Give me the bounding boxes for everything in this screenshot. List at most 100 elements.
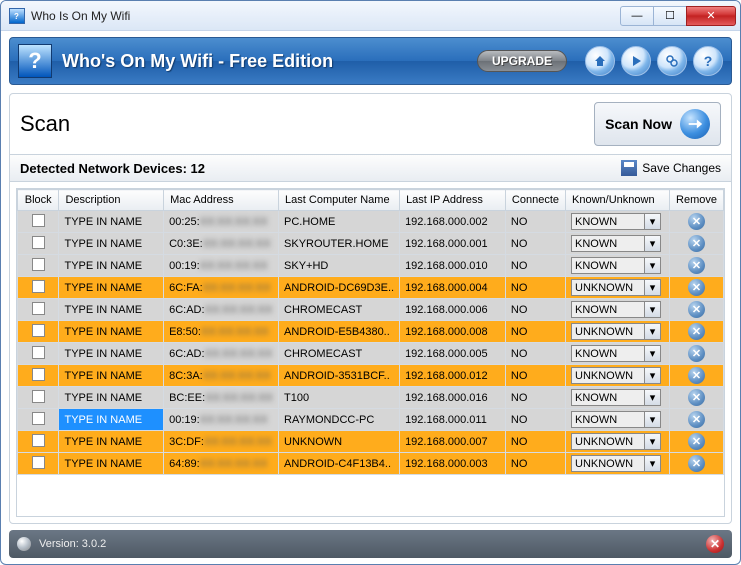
block-checkbox[interactable] (32, 214, 45, 227)
ip-cell: 192.168.000.003 (400, 453, 506, 475)
status-select[interactable]: KNOWN▾ (571, 301, 661, 318)
block-checkbox[interactable] (32, 412, 45, 425)
app-logo-icon: ? (18, 44, 52, 78)
mac-cell: 00:19:XX:XX:XX:XX (164, 255, 279, 277)
titlebar[interactable]: ? Who Is On My Wifi — ☐ ✕ (1, 1, 740, 31)
status-select[interactable]: KNOWN▾ (571, 213, 661, 230)
computer-cell: CHROMECAST (279, 299, 400, 321)
description-cell[interactable]: TYPE IN NAME (59, 387, 164, 409)
table-row[interactable]: TYPE IN NAME00:19:XX:XX:XX:XXSKY+HD192.1… (18, 255, 724, 277)
col-description[interactable]: Description (59, 190, 164, 211)
connected-cell: NO (505, 211, 565, 233)
description-cell[interactable]: TYPE IN NAME (59, 343, 164, 365)
remove-button[interactable]: ✕ (688, 323, 705, 340)
remove-button[interactable]: ✕ (688, 301, 705, 318)
description-cell[interactable]: TYPE IN NAME (59, 299, 164, 321)
col-remove[interactable]: Remove (670, 190, 724, 211)
remove-button[interactable]: ✕ (688, 345, 705, 362)
block-checkbox[interactable] (32, 302, 45, 315)
scan-now-button[interactable]: Scan Now (594, 102, 721, 146)
save-icon (621, 160, 637, 176)
remove-button[interactable]: ✕ (688, 433, 705, 450)
table-row[interactable]: TYPE IN NAMEC0:3E:XX:XX:XX:XXSKYROUTER.H… (18, 233, 724, 255)
status-select[interactable]: KNOWN▾ (571, 389, 661, 406)
computer-cell: ANDROID-C4F13B4.. (279, 453, 400, 475)
status-cell: UNKNOWN▾ (566, 321, 670, 343)
table-row[interactable]: TYPE IN NAMEE8:50:XX:XX:XX:XXANDROID-E5B… (18, 321, 724, 343)
remove-button[interactable]: ✕ (688, 367, 705, 384)
table-row[interactable]: TYPE IN NAME8C:3A:XX:XX:XX:XXANDROID-353… (18, 365, 724, 387)
block-checkbox[interactable] (32, 456, 45, 469)
col-block[interactable]: Block (18, 190, 59, 211)
close-button[interactable]: ✕ (686, 6, 736, 26)
block-checkbox[interactable] (32, 324, 45, 337)
col-mac[interactable]: Mac Address (164, 190, 279, 211)
save-changes-button[interactable]: Save Changes (621, 160, 721, 176)
status-select[interactable]: UNKNOWN▾ (571, 455, 661, 472)
status-select[interactable]: KNOWN▾ (571, 235, 661, 252)
window-title: Who Is On My Wifi (31, 9, 621, 23)
footer-close-button[interactable]: ✕ (706, 535, 724, 553)
block-checkbox[interactable] (32, 434, 45, 447)
play-icon[interactable] (621, 46, 651, 76)
table-row[interactable]: TYPE IN NAME00:19:XX:XX:XX:XXRAYMONDCC-P… (18, 409, 724, 431)
settings-icon[interactable] (657, 46, 687, 76)
description-cell[interactable]: TYPE IN NAME (59, 211, 164, 233)
remove-button[interactable]: ✕ (688, 455, 705, 472)
chevron-down-icon: ▾ (644, 456, 660, 471)
block-checkbox[interactable] (32, 258, 45, 271)
block-checkbox[interactable] (32, 346, 45, 359)
block-checkbox[interactable] (32, 236, 45, 249)
device-table-wrap[interactable]: Block Description Mac Address Last Compu… (16, 188, 725, 517)
remove-button[interactable]: ✕ (688, 257, 705, 274)
description-cell[interactable]: TYPE IN NAME (59, 277, 164, 299)
description-cell[interactable]: TYPE IN NAME (59, 321, 164, 343)
home-icon[interactable] (585, 46, 615, 76)
col-known[interactable]: Known/Unknown (566, 190, 670, 211)
connected-cell: NO (505, 431, 565, 453)
ip-cell: 192.168.000.001 (400, 233, 506, 255)
mac-cell: BC:EE:XX:XX:XX:XX (164, 387, 279, 409)
ip-cell: 192.168.000.008 (400, 321, 506, 343)
description-cell[interactable]: TYPE IN NAME (59, 365, 164, 387)
description-cell[interactable]: TYPE IN NAME (59, 255, 164, 277)
minimize-button[interactable]: — (620, 6, 654, 26)
remove-button[interactable]: ✕ (688, 389, 705, 406)
block-checkbox[interactable] (32, 368, 45, 381)
description-cell[interactable]: TYPE IN NAME (59, 233, 164, 255)
remove-button[interactable]: ✕ (688, 213, 705, 230)
status-select[interactable]: UNKNOWN▾ (571, 323, 661, 340)
block-checkbox[interactable] (32, 280, 45, 293)
description-cell[interactable]: TYPE IN NAME (59, 431, 164, 453)
description-cell[interactable]: TYPE IN NAME (59, 453, 164, 475)
status-select[interactable]: UNKNOWN▾ (571, 367, 661, 384)
status-select[interactable]: UNKNOWN▾ (571, 279, 661, 296)
col-ip[interactable]: Last IP Address (400, 190, 506, 211)
chevron-down-icon: ▾ (644, 390, 660, 405)
block-checkbox[interactable] (32, 390, 45, 403)
remove-button[interactable]: ✕ (688, 235, 705, 252)
table-row[interactable]: TYPE IN NAME6C:AD:XX:XX:XX:XXCHROMECAST1… (18, 343, 724, 365)
status-select[interactable]: UNKNOWN▾ (571, 433, 661, 450)
ip-cell: 192.168.000.007 (400, 431, 506, 453)
table-row[interactable]: TYPE IN NAME6C:AD:XX:XX:XX:XXCHROMECAST1… (18, 299, 724, 321)
ip-cell: 192.168.000.002 (400, 211, 506, 233)
table-row[interactable]: TYPE IN NAMEBC:EE:XX:XX:XX:XXT100192.168… (18, 387, 724, 409)
upgrade-button[interactable]: UPGRADE (477, 50, 567, 72)
remove-button[interactable]: ✕ (688, 279, 705, 296)
mac-cell: 64:89:XX:XX:XX:XX (164, 453, 279, 475)
remove-button[interactable]: ✕ (688, 411, 705, 428)
col-connected[interactable]: Connecte (505, 190, 565, 211)
table-row[interactable]: TYPE IN NAME6C:FA:XX:XX:XX:XXANDROID-DC6… (18, 277, 724, 299)
table-row[interactable]: TYPE IN NAME00:25:XX:XX:XX:XXPC.HOME192.… (18, 211, 724, 233)
table-row[interactable]: TYPE IN NAME3C:DF:XX:XX:XX:XXUNKNOWN192.… (18, 431, 724, 453)
status-select[interactable]: KNOWN▾ (571, 345, 661, 362)
help-icon[interactable]: ? (693, 46, 723, 76)
scan-now-label: Scan Now (605, 116, 672, 132)
status-select[interactable]: KNOWN▾ (571, 257, 661, 274)
status-select[interactable]: KNOWN▾ (571, 411, 661, 428)
description-cell[interactable]: TYPE IN NAME (59, 409, 164, 431)
maximize-button[interactable]: ☐ (653, 6, 687, 26)
table-row[interactable]: TYPE IN NAME64:89:XX:XX:XX:XXANDROID-C4F… (18, 453, 724, 475)
col-computer[interactable]: Last Computer Name (279, 190, 400, 211)
